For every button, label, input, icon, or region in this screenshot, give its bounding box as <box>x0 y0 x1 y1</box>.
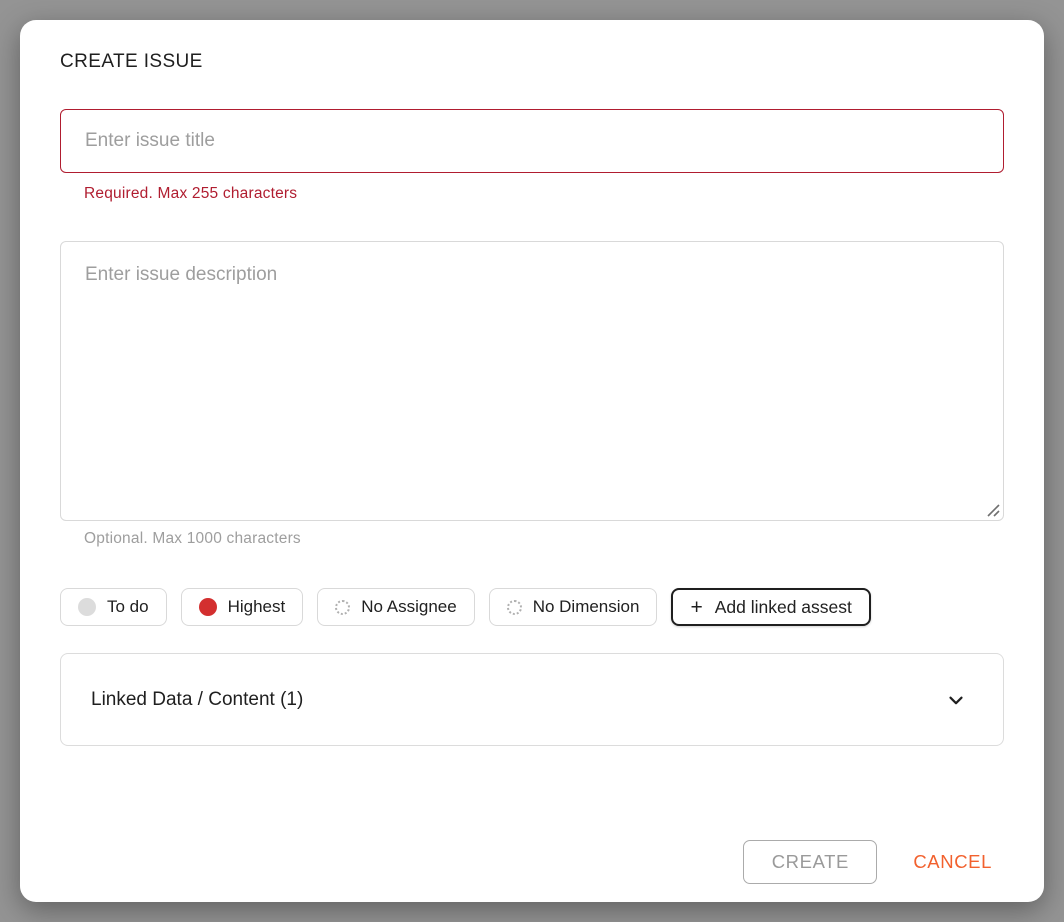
issue-description-wrap <box>60 241 1004 521</box>
textarea-resize-handle[interactable] <box>986 503 1000 517</box>
issue-title-input[interactable] <box>60 109 1004 173</box>
priority-chip-label: Highest <box>228 597 286 617</box>
chevron-down-icon[interactable] <box>945 689 967 711</box>
assignee-chip-label: No Assignee <box>361 597 456 617</box>
linked-data-section-label: Linked Data / Content (1) <box>91 689 303 711</box>
dimension-chip-label: No Dimension <box>533 597 640 617</box>
description-helper-text: Optional. Max 1000 characters <box>84 530 1004 548</box>
priority-chip[interactable]: Highest <box>181 588 304 626</box>
assignee-chip[interactable]: No Assignee <box>317 588 474 626</box>
dialog-title: CREATE ISSUE <box>60 51 1004 73</box>
add-linked-asset-button[interactable]: + Add linked assest <box>671 588 870 626</box>
status-chip[interactable]: To do <box>60 588 167 626</box>
plus-icon: + <box>690 597 702 618</box>
status-chip-label: To do <box>107 597 149 617</box>
issue-description-textarea[interactable] <box>60 241 1004 521</box>
dialog-footer: CREATE CANCEL <box>743 840 1004 884</box>
status-circle-icon <box>78 598 96 616</box>
linked-data-section-header[interactable]: Linked Data / Content (1) <box>60 653 1004 746</box>
dashed-circle-icon <box>507 600 522 615</box>
issue-attributes-row: To do Highest No Assignee No Dimension +… <box>60 588 1004 626</box>
create-issue-dialog: CREATE ISSUE Required. Max 255 character… <box>20 20 1044 902</box>
title-helper-text: Required. Max 255 characters <box>84 185 1004 203</box>
create-button[interactable]: CREATE <box>743 840 877 884</box>
dimension-chip[interactable]: No Dimension <box>489 588 658 626</box>
priority-circle-icon <box>199 598 217 616</box>
add-linked-asset-label: Add linked assest <box>715 597 852 618</box>
cancel-button[interactable]: CANCEL <box>901 843 1004 881</box>
dashed-circle-icon <box>335 600 350 615</box>
